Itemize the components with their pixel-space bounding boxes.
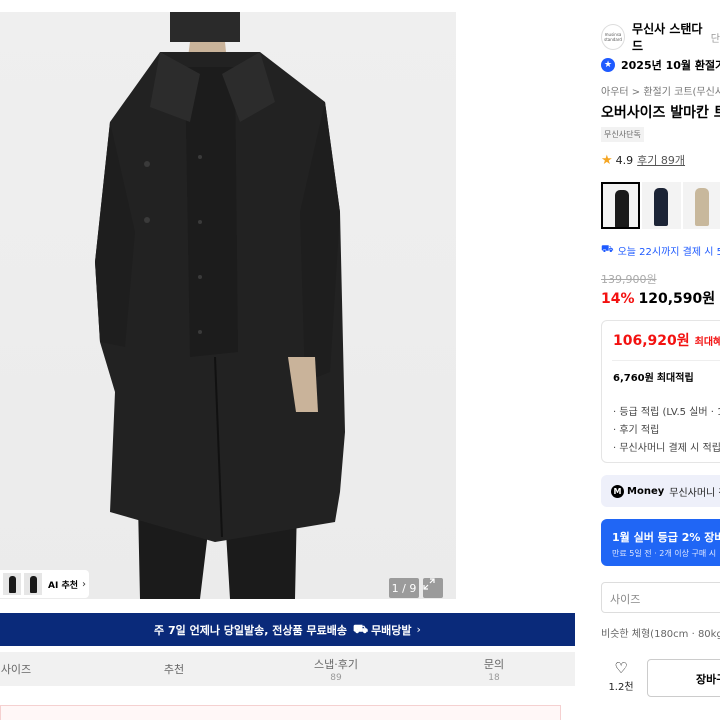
like-count: 1.2천: [608, 682, 634, 693]
expand-icon[interactable]: [423, 578, 443, 598]
color-swatch-black[interactable]: [601, 182, 640, 229]
brand-row[interactable]: musinsa standard 무신사 스탠다드 단: [601, 20, 720, 54]
ai-recommend-label: AI 추천: [48, 580, 79, 591]
divider: [612, 360, 720, 361]
brand-name[interactable]: 무신사 스탠다드: [632, 20, 707, 54]
tab-count: 18: [488, 673, 500, 683]
sale-price-row: 14% 120,590원: [601, 288, 715, 308]
money-logo-icon: M: [611, 484, 624, 498]
rating-value: 4.9: [615, 153, 634, 167]
ai-recommend-strip[interactable]: AI 추천 ›: [0, 570, 89, 598]
tab-inquiry[interactable]: 문의 18: [474, 656, 514, 683]
tab-label: 스냅·후기: [314, 658, 358, 671]
product-title: 오버사이즈 발마칸 트: [601, 105, 720, 121]
free-delivery-label: 무배당발: [371, 623, 412, 637]
recommend-thumb[interactable]: [24, 573, 42, 595]
heart-icon: ♡: [614, 659, 628, 677]
tab-label: 문의: [483, 658, 505, 671]
like-button[interactable]: ♡ 1.2천: [601, 660, 641, 698]
rating-row: ★ 4.9 후기 89개: [601, 152, 685, 168]
shipping-banner[interactable]: 주 7일 언제나 당일발송, 전상품 무료배송 ⛟ 무배당발 ›: [0, 613, 575, 646]
max-benefit-label: 최대혜택: [694, 337, 720, 348]
truck-icon: ⛟: [601, 244, 614, 255]
money-text: 무신사머니 첫: [669, 487, 720, 499]
points-line: · 후기 적립: [613, 425, 660, 436]
tab-count: 89: [330, 673, 342, 683]
cart-label: 장바구: [696, 673, 720, 686]
brand-extra: 단: [710, 33, 720, 45]
award-text: 2025년 10월 환절기 코: [621, 59, 720, 72]
max-benefit-price: 106,920원 최대혜택: [613, 330, 720, 350]
delivery-estimate: ⛟ 오늘 22시까지 결제 시 5: [601, 243, 720, 258]
tab-size[interactable]: 사이즈: [0, 661, 32, 677]
points-line: · 무신사머니 결제 시 적립: [613, 443, 720, 454]
tab-recommend[interactable]: 추천: [154, 661, 194, 677]
chevron-right-icon: ›: [416, 623, 421, 636]
image-counter: 1 / 9: [389, 578, 419, 598]
recommend-thumb[interactable]: [3, 573, 21, 595]
coupon-subtitle: 만료 5일 전 · 2개 이상 구매 시: [612, 549, 717, 558]
money-word: Money: [627, 485, 665, 497]
points-row: 6,760원 최대적립: [613, 369, 694, 384]
points-label: 최대적립: [656, 373, 694, 384]
max-benefit-value: 106,920원: [613, 333, 690, 349]
shipping-banner-text: 주 7일 언제나 당일발송, 전상품 무료배송: [154, 623, 347, 637]
points-value: 6,760원: [613, 373, 654, 384]
color-swatch-navy[interactable]: [642, 182, 681, 229]
exclusive-badge: 무신사단독: [601, 127, 644, 142]
brand-logo[interactable]: musinsa standard: [601, 24, 626, 50]
delivery-text: 오늘 22시까지 결제 시 5: [617, 247, 720, 258]
discount-rate: 14%: [601, 291, 635, 307]
truck-icon: ⛟: [352, 621, 369, 636]
sale-price: 120,590원: [638, 291, 716, 307]
color-swatch-beige[interactable]: [683, 182, 720, 229]
musinsa-money-banner[interactable]: M Money 무신사머니 첫: [601, 475, 720, 507]
breadcrumb[interactable]: 아우터 > 환절기 코트(무신사: [601, 83, 720, 98]
coupon-title: 1월 실버 등급 2% 장바구: [612, 531, 720, 544]
tab-label: 사이즈: [0, 663, 32, 676]
award-medal-icon: ★: [601, 58, 615, 72]
star-icon: ★: [601, 152, 613, 168]
brand-logo-text: musinsa standard: [604, 32, 622, 42]
coupon-banner[interactable]: 1월 실버 등급 2% 장바구 만료 5일 전 · 2개 이상 구매 시: [601, 519, 720, 566]
review-count-link[interactable]: 후기 89개: [637, 152, 685, 168]
award-badge[interactable]: ★ 2025년 10월 환절기 코: [601, 57, 720, 73]
notice-box-edge: [0, 705, 561, 720]
coat-model-illustration: [95, 12, 345, 599]
size-select[interactable]: 사이즈: [601, 582, 720, 613]
product-tabs: 사이즈 추천 스냅·후기 89 문의 18: [0, 652, 575, 686]
points-line: · 등급 적립 (LV.5 실버 · 1.: [613, 407, 720, 418]
similar-build-text[interactable]: 비슷한 체형(180cm · 80kg): [601, 625, 720, 640]
max-benefit-box[interactable]: 106,920원 최대혜택 6,760원최대적립 · 등급 적립 (LV.5 실버…: [601, 320, 720, 463]
chevron-right-icon: ›: [82, 578, 87, 590]
product-main-image[interactable]: AI 추천 › 1 / 9: [0, 12, 456, 599]
tab-snap-review[interactable]: 스냅·후기 89: [304, 656, 368, 683]
add-to-cart-button[interactable]: 장바구: [647, 659, 720, 697]
original-price: 139,900원: [601, 273, 657, 286]
tab-label: 추천: [163, 663, 185, 676]
